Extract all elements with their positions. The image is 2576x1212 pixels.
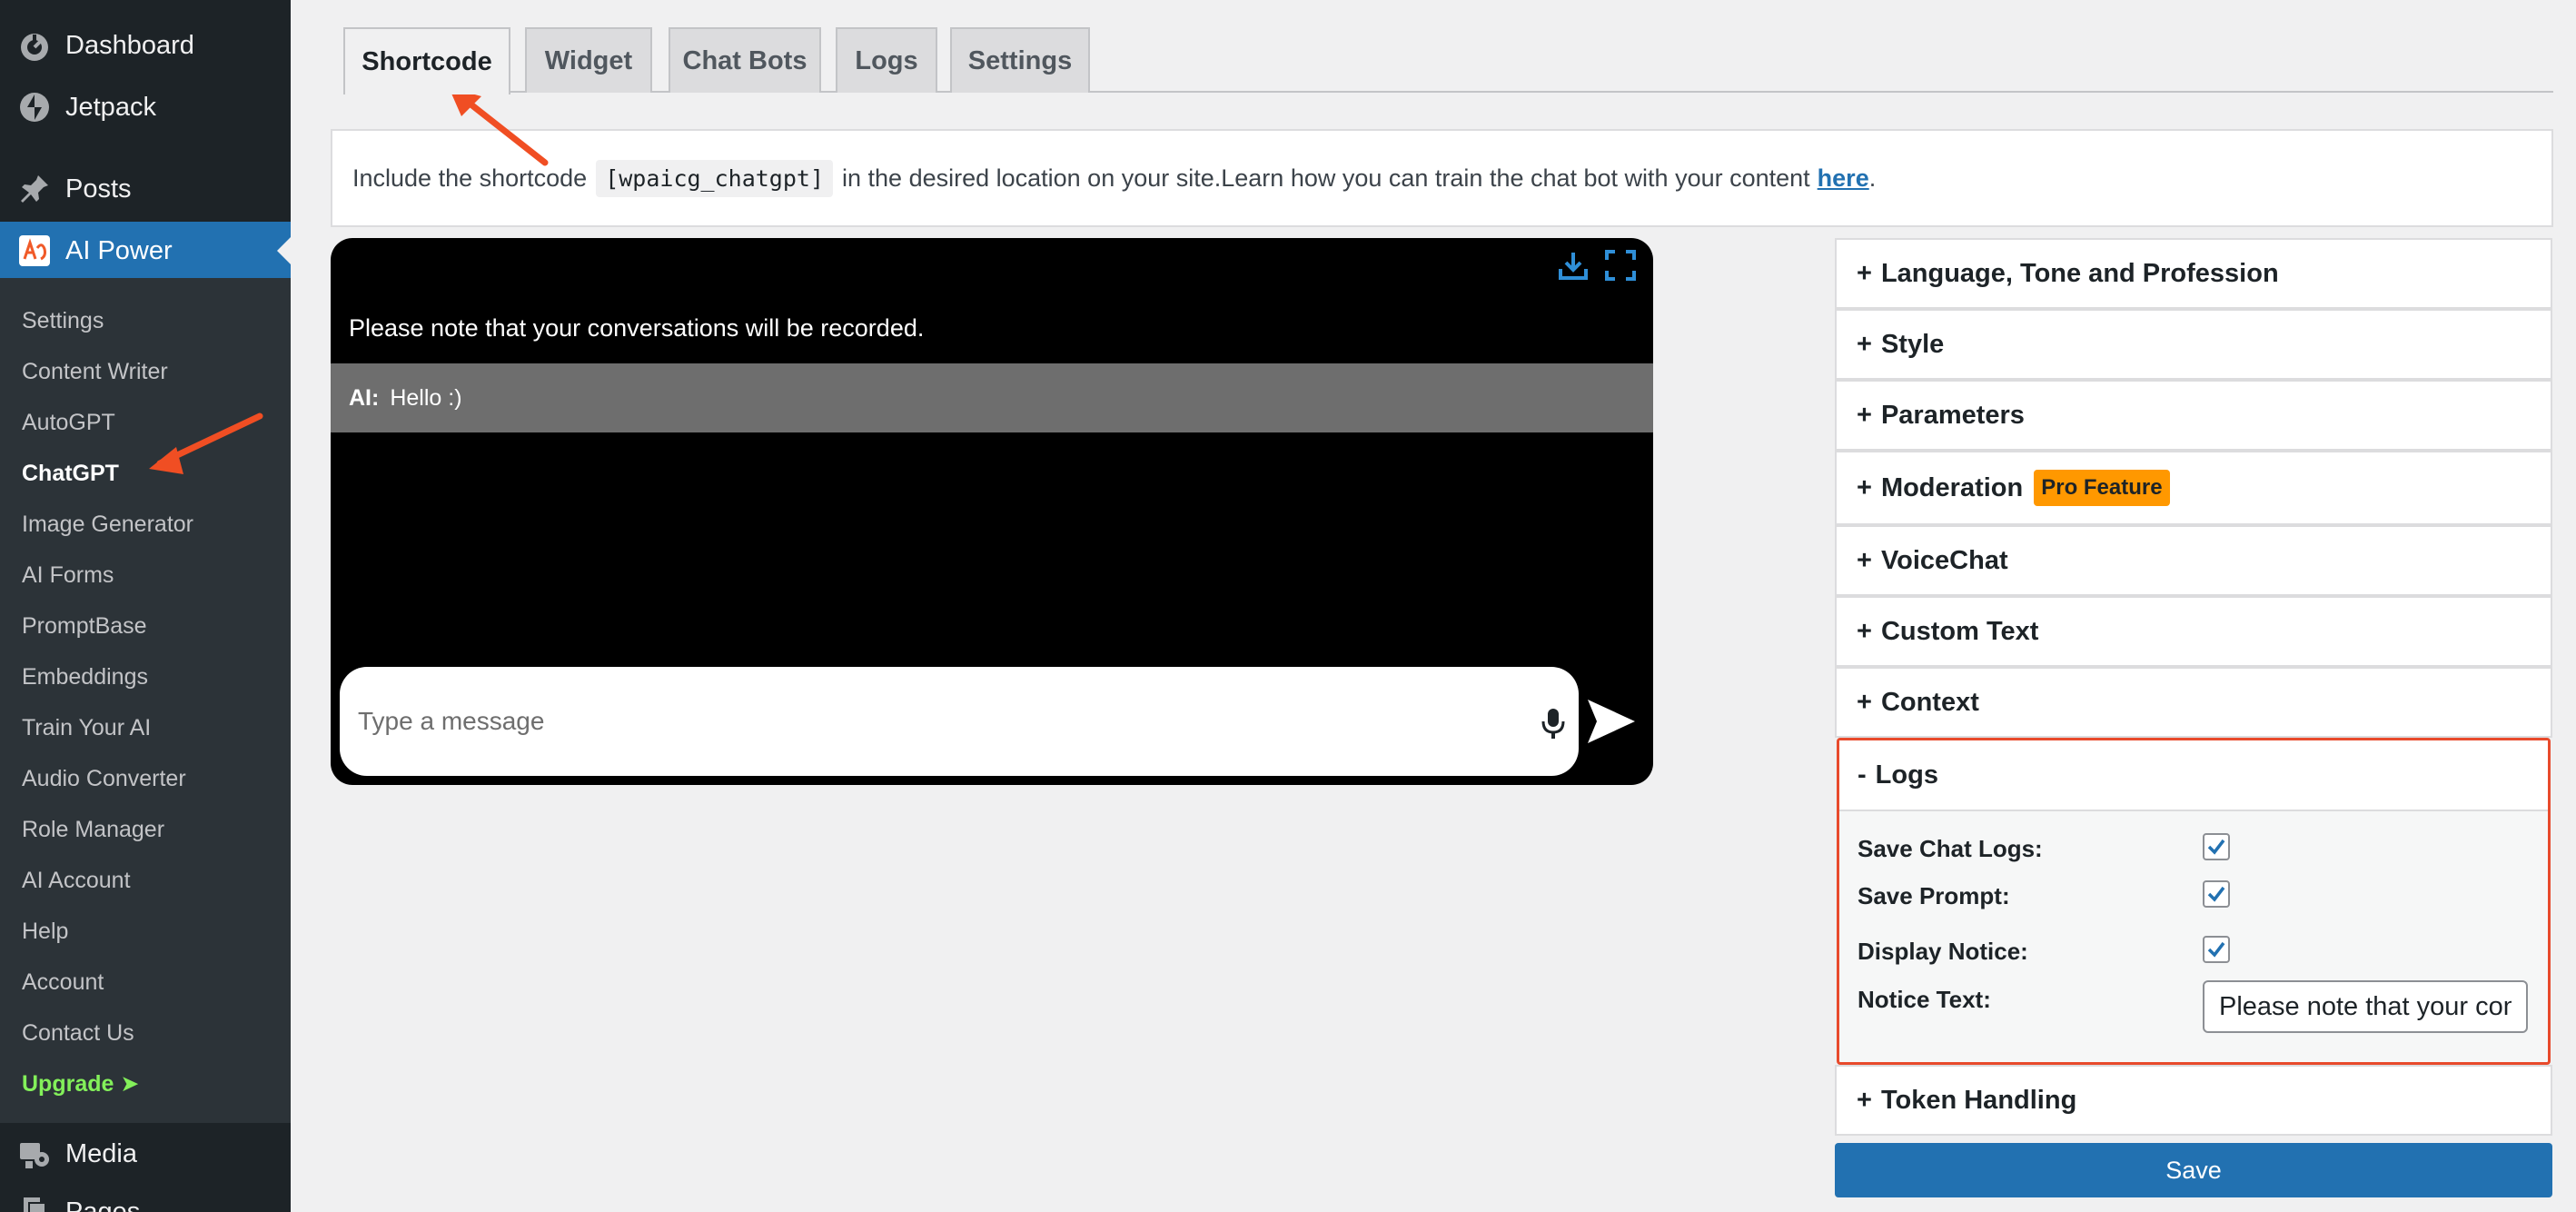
message-input[interactable]: Type a message [340,667,1579,776]
accordion-voicechat[interactable]: + VoiceChat [1835,525,2552,596]
submenu-promptbase[interactable]: PromptBase [22,612,147,640]
menu-pages[interactable]: Pages [0,1183,291,1212]
save-prompt-checkbox[interactable] [2203,880,2230,908]
display-notice-label: Display Notice: [1858,938,2028,965]
shortcode-code: [wpaicg_chatgpt] [596,159,834,197]
notice-prefix: Include the shortcode [352,164,588,192]
checkmark-icon [2207,941,2225,958]
accordion-title: Token Handling [1880,1085,2077,1115]
tab-settings[interactable]: Settings [950,27,1090,93]
submenu-autogpt[interactable]: AutoGPT [22,409,115,436]
expand-icon: + [1857,258,1872,288]
notice-text-label: Notice Text: [1858,986,1991,1013]
display-notice-checkbox[interactable] [2203,936,2230,963]
tab-shortcode[interactable]: Shortcode [343,27,510,94]
collapse-icon: - [1858,760,1867,790]
menu-label: Posts [65,174,132,204]
shortcode-notice: Include the shortcode [wpaicg_chatgpt] i… [331,129,2553,227]
expand-icon: + [1857,687,1872,717]
accordion-parameters[interactable]: + Parameters [1835,380,2552,451]
tab-widget[interactable]: Widget [525,27,652,93]
expand-icon: + [1857,616,1872,646]
accordion-title: Context [1880,687,1979,717]
tab-logs[interactable]: Logs [836,27,937,93]
menu-posts[interactable]: Posts [0,160,291,218]
accordion-title: Parameters [1880,400,2025,430]
save-chat-logs-checkbox[interactable] [2203,833,2230,860]
ai-power-submenu [0,278,291,1123]
menu-label: Jetpack [65,92,156,122]
menu-ai-power[interactable]: AI Power [0,222,292,280]
accordion-title: Logs [1875,760,1938,790]
jetpack-icon [20,93,49,122]
media-icon [20,1143,49,1168]
submenu-ai-forms[interactable]: AI Forms [22,561,114,589]
submenu-image-generator[interactable]: Image Generator [22,511,193,538]
accordion-language-tone[interactable]: + Language, Tone and Profession [1835,238,2552,309]
save-chat-logs-label: Save Chat Logs: [1858,835,2043,862]
submenu-settings[interactable]: Settings [22,307,104,334]
checkmark-icon [2207,839,2225,855]
microphone-icon[interactable] [1541,707,1566,740]
accordion-title: Moderation [1880,472,2024,502]
accordion-token-handling[interactable]: + Token Handling [1835,1065,2552,1136]
pro-feature-badge: Pro Feature [2034,470,2170,506]
menu-label: Dashboard [65,30,194,60]
submenu-account[interactable]: Account [22,969,104,996]
submenu-chatgpt[interactable]: ChatGPT [22,460,119,487]
save-prompt-label: Save Prompt: [1858,882,2010,909]
menu-media[interactable]: Media [0,1125,291,1183]
expand-icon: + [1857,545,1872,575]
ai-label: AI: [349,384,380,411]
notice-middle: in the desired location on your site.Lea… [842,164,1810,192]
submenu-audio-converter[interactable]: Audio Converter [22,765,186,792]
here-link[interactable]: here [1818,164,1869,193]
accordion-logs[interactable]: - Logs [1839,740,2548,811]
menu-label: AI Power [65,235,173,265]
chat-ai-message: AI: Hello :) [331,363,1653,432]
menu-label: Pages [65,1197,141,1212]
fullscreen-icon[interactable] [1604,249,1637,282]
save-button[interactable]: Save [1835,1143,2552,1197]
download-icon[interactable] [1557,249,1590,282]
submenu-embeddings[interactable]: Embeddings [22,663,148,690]
submenu-help[interactable]: Help [22,918,68,945]
dashboard-icon [21,34,48,61]
submenu-role-manager[interactable]: Role Manager [22,816,164,843]
menu-jetpack[interactable]: Jetpack [0,78,291,136]
accordion-custom-text[interactable]: + Custom Text [1835,596,2552,667]
message-placeholder: Type a message [358,707,545,735]
menu-label: Media [65,1138,137,1168]
admin-sidebar: Dashboard Jetpack Posts AI Power Setting… [0,0,292,1212]
accordion-style[interactable]: + Style [1835,309,2552,380]
submenu-ai-account[interactable]: AI Account [22,867,131,894]
submenu-contact-us[interactable]: Contact Us [22,1019,134,1047]
accordion-title: Style [1880,329,1945,359]
ai-message-text: Hello :) [390,384,462,411]
checkmark-icon [2207,886,2225,902]
pin-icon [21,175,48,203]
accordion-moderation[interactable]: + Moderation Pro Feature [1835,451,2552,525]
expand-icon: + [1857,400,1872,430]
accordion-title: Language, Tone and Profession [1880,258,2279,288]
ai-power-icon [19,235,50,266]
pages-icon [24,1197,46,1212]
accordion-context[interactable]: + Context [1835,667,2552,738]
notice-text-input[interactable] [2203,980,2528,1033]
menu-dashboard[interactable]: Dashboard [0,16,291,75]
submenu-train-your-ai[interactable]: Train Your AI [22,714,151,741]
tab-chat-bots[interactable]: Chat Bots [669,27,821,93]
logs-section: - Logs Save Chat Logs: Save Prompt: Disp… [1837,738,2551,1065]
notice-suffix: . [1868,164,1877,192]
chat-record-notice: Please note that your conversations will… [349,314,925,342]
submenu-content-writer[interactable]: Content Writer [22,358,168,385]
submenu-upgrade[interactable]: Upgrade ➤ [22,1070,139,1098]
accordion-title: Custom Text [1880,616,2039,646]
expand-icon: + [1857,1085,1872,1115]
expand-icon: + [1857,329,1872,359]
expand-icon: + [1857,472,1872,502]
send-icon[interactable] [1586,698,1637,745]
active-indicator [277,236,292,265]
accordion-title: VoiceChat [1880,545,2008,575]
